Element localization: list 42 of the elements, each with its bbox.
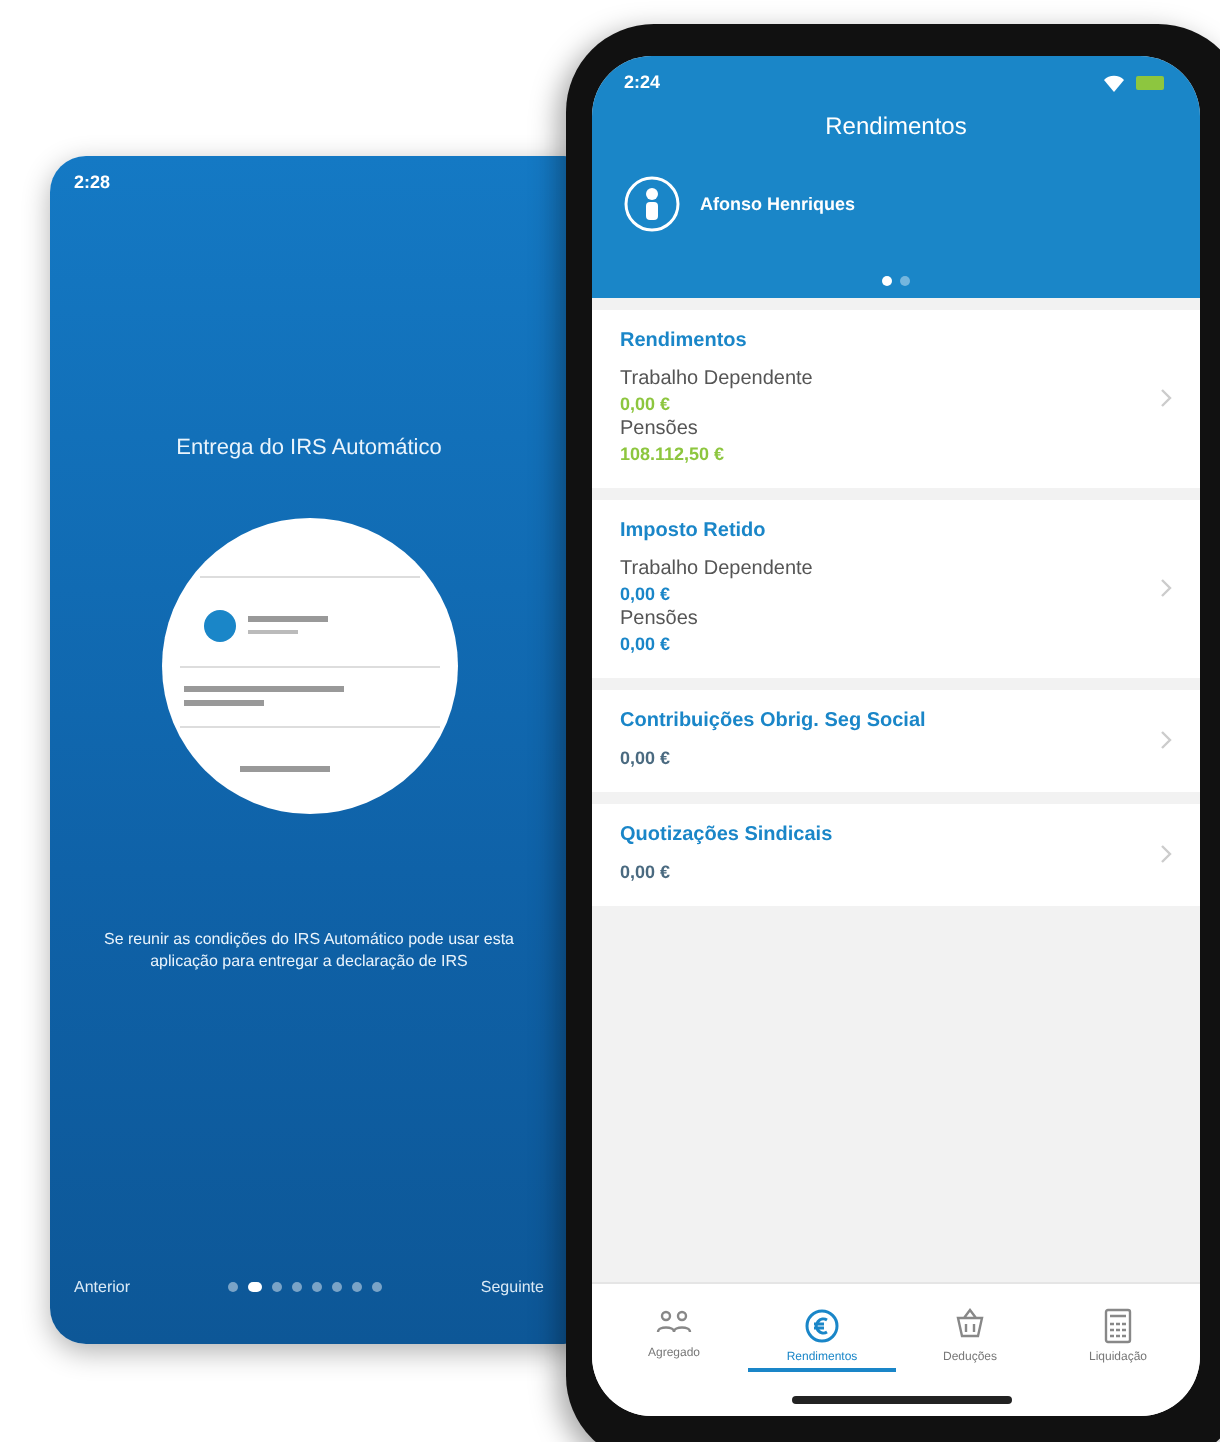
entry-value: 108.112,50 € (620, 444, 727, 464)
profile-name: Afonso Henriques (700, 194, 856, 214)
page-dot[interactable] (882, 276, 892, 286)
calculator-icon (1104, 1308, 1132, 1344)
entry-label: Pensões (620, 608, 700, 630)
page-dot[interactable] (352, 1282, 363, 1292)
summary-card[interactable]: Quotizações Sindicais 0,00 € (592, 804, 1200, 906)
status-time: 2:24 (624, 72, 661, 92)
summary-card[interactable]: Rendimentos Trabalho Dependente 0,00 € Pensões 108.112,50 € (592, 310, 1200, 488)
wifi-battery-icon (1100, 73, 1168, 91)
page-dot[interactable] (272, 1282, 283, 1292)
entry-value: 0,00 € (620, 862, 673, 882)
summary-card[interactable]: Contribuições Obrig. Seg Social 0,00 € (592, 690, 1200, 792)
previous-link[interactable]: Anterior (74, 1278, 131, 1296)
chevron-right-icon (1160, 843, 1172, 863)
next-link[interactable]: Seguinte (480, 1278, 544, 1296)
chevron-right-icon (1160, 387, 1172, 407)
page-dot[interactable] (900, 276, 910, 286)
page-dot[interactable] (312, 1282, 323, 1292)
page-dot[interactable] (228, 1282, 239, 1292)
screen-title: Rendimentos (825, 112, 967, 140)
page-dot[interactable] (372, 1282, 383, 1292)
chevron-right-icon (1160, 729, 1172, 749)
page-dot[interactable] (292, 1282, 303, 1292)
status-time: 2:28 (74, 172, 111, 192)
entry-label: Trabalho Dependente (620, 558, 815, 580)
entry-value: 0,00 € (620, 634, 673, 654)
card-title: Quotizações Sindicais (620, 824, 835, 846)
entry-value: 0,00 € (620, 584, 673, 604)
card-title: Contribuições Obrig. Seg Social (620, 710, 928, 732)
card-title: Imposto Retido (620, 520, 768, 542)
entry-label: Pensões (620, 418, 700, 440)
card-title: Rendimentos (620, 330, 749, 352)
euro-icon (804, 1308, 840, 1344)
page-dot[interactable] (332, 1282, 343, 1292)
entry-label: Trabalho Dependente (620, 368, 815, 390)
entry-value: 0,00 € (620, 394, 673, 414)
chevron-right-icon (1160, 577, 1172, 597)
onboarding-title: Entrega do IRS Automático (176, 436, 442, 460)
summary-card[interactable]: Imposto Retido Trabalho Dependente 0,00 € Pensões 0,00 € (592, 500, 1200, 678)
entry-value: 0,00 € (620, 748, 673, 768)
onboarding-description: Se reunir as condições do IRS Automático pode usar esta aplicação para entregar a declaração de IRS (101, 928, 516, 972)
